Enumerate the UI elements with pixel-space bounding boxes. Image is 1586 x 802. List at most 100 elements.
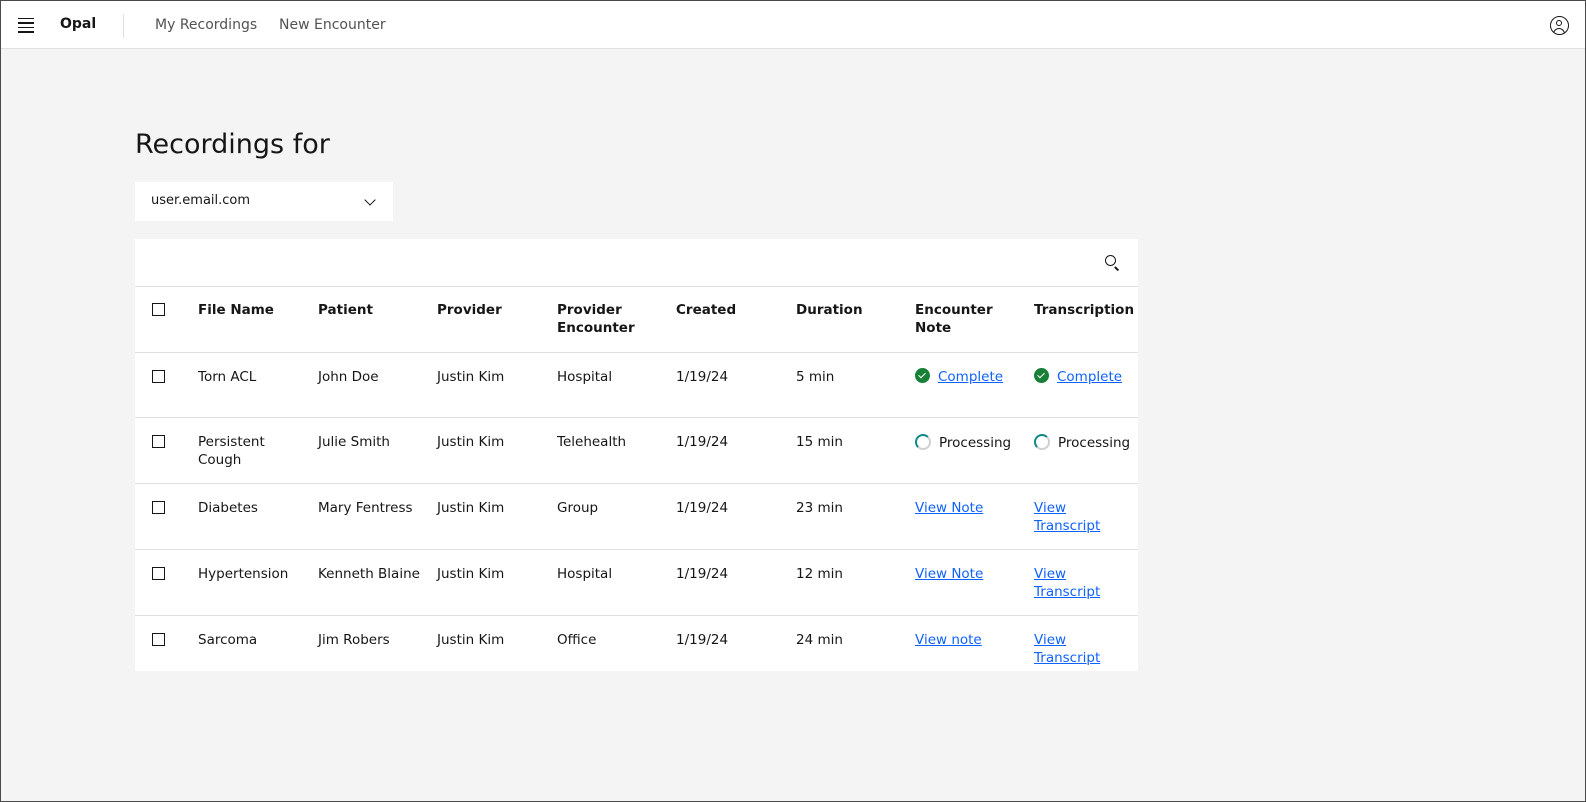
transcription-cell: View Transcript: [1034, 483, 1138, 550]
note-cell: View note: [915, 615, 1034, 681]
processing-status-label: Processing: [939, 434, 1012, 451]
duration-cell: 24 min: [796, 631, 843, 648]
spinner-icon: [1034, 433, 1050, 450]
nav-new-encounter[interactable]: New Encounter: [279, 17, 386, 33]
row-select-cell: [135, 417, 198, 484]
transcription-cell: View Transcript: [1034, 549, 1138, 616]
file-name-cell: Diabetes: [198, 483, 318, 550]
column-header-provider[interactable]: Provider: [437, 287, 557, 353]
patient-cell: Kenneth Blaine: [318, 549, 437, 616]
note-cell: Processing: [915, 417, 1034, 484]
column-header-duration[interactable]: Duration: [796, 287, 915, 353]
brand-name[interactable]: Opal: [60, 16, 96, 32]
processing-status-label: Processing: [1058, 434, 1131, 451]
provider-encounter-cell: Telehealth: [557, 417, 676, 484]
view-transcript-link[interactable]: View Transcript: [1034, 632, 1100, 666]
row-checkbox[interactable]: [152, 369, 165, 383]
view-transcript-link[interactable]: View Transcript: [1034, 500, 1100, 534]
note-status: Processing: [915, 433, 1026, 452]
created-cell: 1/19/24: [676, 549, 796, 616]
patient-cell: Mary Fentress: [318, 483, 437, 550]
provider-encounter-cell: Office: [557, 631, 597, 648]
column-header-provider-encounter[interactable]: Provider Encounter: [557, 287, 676, 353]
file-name-cell: Hypertension: [198, 549, 318, 616]
provider-cell: Justin Kim: [437, 631, 505, 648]
row-select-cell: [135, 483, 198, 550]
created-cell: 1/19/24: [676, 417, 796, 484]
patient-cell: Julie Smith: [318, 417, 437, 484]
user-select-dropdown[interactable]: user.email.com: [135, 182, 393, 221]
complete-status-link[interactable]: Complete: [1057, 368, 1122, 386]
column-header-encounter-note[interactable]: Encounter Note: [915, 287, 1034, 353]
row-checkbox[interactable]: [152, 500, 165, 514]
recordings-table: File Name Patient Provider Provider Enco…: [135, 287, 1138, 681]
provider-cell: Justin Kim: [437, 417, 557, 484]
provider-cell: Justin Kim: [437, 483, 557, 550]
transcription-status: Complete: [1034, 367, 1130, 386]
header-divider: [123, 14, 124, 38]
nav-my-recordings[interactable]: My Recordings: [155, 17, 257, 33]
row-checkbox[interactable]: [152, 434, 165, 448]
top-header: Opal My Recordings New Encounter: [1, 1, 1585, 49]
search-icon[interactable]: [1105, 255, 1120, 271]
column-header-transcription[interactable]: Transcription: [1034, 287, 1138, 353]
file-name-cell: Persistent Cough: [198, 417, 318, 484]
user-avatar-icon[interactable]: [1550, 16, 1569, 35]
chevron-down-icon: [364, 194, 376, 206]
created-cell: 1/19/24: [676, 352, 796, 418]
patient-cell: John Doe: [318, 352, 437, 418]
provider-cell: Justin Kim: [437, 549, 557, 616]
provider-encounter-cell: Hospital: [557, 352, 676, 418]
duration-cell: 5 min: [796, 352, 915, 418]
duration-cell: 15 min: [796, 417, 915, 484]
provider-encounter-cell: Hospital: [557, 549, 676, 616]
column-header-file-name[interactable]: File Name: [198, 287, 318, 353]
complete-status-link[interactable]: Complete: [938, 368, 1003, 386]
transcription-cell: Complete: [1034, 352, 1138, 418]
row-checkbox[interactable]: [152, 566, 165, 580]
spinner-icon: [915, 433, 931, 450]
file-name-cell: Sarcoma: [198, 631, 258, 648]
table-row[interactable]: Diabetes Mary Fentress Justin Kim Group 1/19…: [135, 483, 1138, 550]
table-row[interactable]: Sarcoma Jim Robers Justin Kim Office 1/19/24…: [135, 615, 1138, 681]
note-status: Complete: [915, 367, 1026, 386]
table-header-row: File Name Patient Provider Provider Enco…: [135, 287, 1138, 353]
app-window: Opal My Recordings New Encounter Recordi…: [0, 0, 1586, 802]
note-cell: View Note: [915, 483, 1034, 550]
table-row[interactable]: Hypertension Kenneth Blaine Justin Kim Hosp…: [135, 549, 1138, 616]
row-select-cell: [135, 352, 198, 418]
duration-cell: 23 min: [796, 483, 915, 550]
transcription-cell: View Transcript: [1034, 615, 1138, 681]
provider-encounter-cell: Group: [557, 483, 676, 550]
file-name-cell: Torn ACL: [198, 352, 318, 418]
note-cell: View Note: [915, 549, 1034, 616]
select-all-checkbox[interactable]: [152, 303, 165, 316]
row-checkbox[interactable]: [152, 632, 165, 646]
recordings-table-container: File Name Patient Provider Provider Enco…: [135, 239, 1138, 671]
row-select-cell: [135, 615, 198, 681]
created-cell: 1/19/24: [676, 631, 729, 648]
column-header-patient[interactable]: Patient: [318, 287, 437, 353]
table-toolbar: [135, 239, 1138, 287]
view-note-link[interactable]: View note: [915, 632, 982, 648]
provider-cell: Justin Kim: [437, 352, 557, 418]
transcription-cell: Processing: [1034, 417, 1138, 484]
table-row[interactable]: Persistent Cough Julie Smith Justin Kim Tel…: [135, 417, 1138, 484]
user-select-value: user.email.com: [151, 193, 251, 208]
view-transcript-link[interactable]: View Transcript: [1034, 566, 1100, 600]
transcription-status: Processing: [1034, 433, 1130, 452]
hamburger-menu-icon[interactable]: [15, 15, 37, 35]
note-cell: Complete: [915, 352, 1034, 418]
column-header-created[interactable]: Created: [676, 287, 796, 353]
view-note-link[interactable]: View Note: [915, 566, 983, 582]
checkmark-filled-icon: [915, 367, 930, 383]
select-all-cell: [135, 287, 198, 353]
patient-cell: Jim Robers: [318, 631, 390, 648]
created-cell: 1/19/24: [676, 483, 796, 550]
page-title: Recordings for: [135, 129, 330, 160]
duration-cell: 12 min: [796, 549, 915, 616]
table-row[interactable]: Torn ACL John Doe Justin Kim Hospital 1/19/2…: [135, 352, 1138, 418]
checkmark-filled-icon: [1034, 367, 1049, 383]
view-note-link[interactable]: View Note: [915, 500, 983, 516]
row-select-cell: [135, 549, 198, 616]
